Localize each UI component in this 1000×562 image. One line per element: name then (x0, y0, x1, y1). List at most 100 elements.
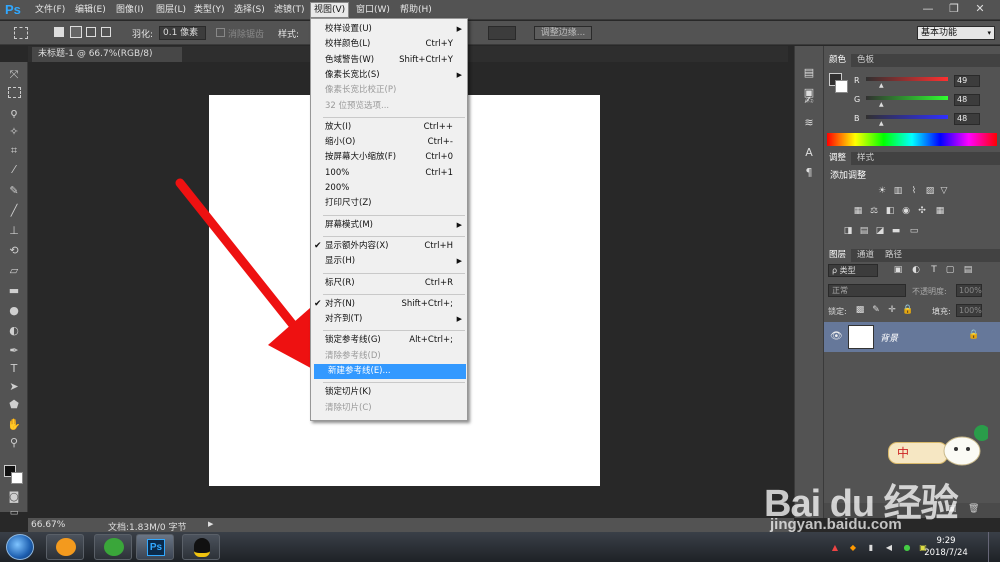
taskbar-clock[interactable]: 9:29 2018/7/24 (920, 535, 972, 559)
new-selection-icon[interactable] (54, 27, 64, 37)
history-panel-icon[interactable]: ▤ (801, 66, 817, 80)
layer-row-background[interactable]: 👁 背景 🔒 (824, 322, 1000, 352)
filter-smart-icon[interactable]: ▤ (962, 265, 974, 276)
start-button[interactable] (6, 534, 34, 560)
threshold-icon[interactable]: ◪ (874, 226, 886, 237)
refine-edge-button[interactable]: 调整边缘... (534, 26, 592, 40)
document-tab[interactable]: 未标题-1 @ 66.7%(RGB/8) (32, 47, 182, 62)
new-layer-icon[interactable]: ▣ (948, 504, 957, 514)
fill-input[interactable]: 100% (956, 304, 982, 317)
levels-icon[interactable]: ▥ (892, 186, 904, 197)
hue-saturation-icon[interactable]: ▦ (852, 206, 864, 217)
tray-security-icon[interactable]: ▲ (830, 543, 840, 553)
background-color-swatch[interactable] (835, 80, 848, 93)
view-menu-item[interactable]: 色域警告(W) Shift+Ctrl+Y (311, 53, 467, 68)
view-menu-item[interactable]: 放大(I) Ctrl++ (311, 120, 467, 135)
ime-toolbar[interactable]: 中 (888, 442, 948, 464)
zoom-tool-icon[interactable]: ⚲ (6, 436, 22, 450)
hand-tool-icon[interactable]: ✋ (6, 418, 22, 432)
shape-tool-icon[interactable]: ⬟ (6, 398, 22, 412)
view-menu-item[interactable]: 缩小(O) Ctrl+- (311, 135, 467, 150)
character-panel-icon[interactable]: A (801, 146, 817, 160)
posterize-icon[interactable]: ▤ (858, 226, 870, 237)
view-menu-item[interactable]: 屏幕模式(M) ▶ (311, 218, 467, 233)
color-lookup-icon[interactable]: ▦ (934, 206, 946, 217)
show-desktop-button[interactable] (988, 532, 1000, 562)
tab-layers[interactable]: 图层 (824, 249, 852, 262)
pen-tool-icon[interactable]: ✒ (6, 344, 22, 358)
trash-icon[interactable]: 🗑 (968, 504, 979, 514)
tab-paths[interactable]: 路径 (880, 249, 907, 262)
add-selection-icon[interactable] (70, 26, 82, 38)
lock-all-icon[interactable]: 🔒 (902, 305, 914, 316)
restore-button[interactable]: ❐ (942, 1, 966, 17)
view-menu-item[interactable]: 按屏幕大小缩放(F) Ctrl+0 (311, 150, 467, 165)
filter-type-icon[interactable]: T (928, 265, 940, 276)
slider-handle[interactable]: ▲ (879, 101, 884, 108)
quick-mask-icon[interactable]: ◙ (6, 490, 22, 504)
tab-color[interactable]: 颜色 (824, 54, 852, 67)
menu-layer[interactable]: 图层(L) (153, 3, 189, 17)
gradient-map-icon[interactable]: ▬ (890, 226, 902, 237)
channel-g-slider[interactable] (866, 96, 948, 100)
menu-select[interactable]: 选择(S) (231, 3, 268, 17)
menu-help[interactable]: 帮助(H) (397, 3, 435, 17)
minimize-button[interactable]: — (916, 1, 940, 17)
channel-r-slider[interactable] (866, 77, 948, 81)
view-menu-item[interactable]: 100% Ctrl+1 (311, 166, 467, 181)
play-icon[interactable]: ▶ (208, 520, 213, 528)
view-menu-item[interactable]: 像素长宽比(S) ▶ (311, 68, 467, 83)
layer-filter-select[interactable]: ρ 类型 (828, 264, 878, 277)
view-menu-item[interactable]: 200% (311, 181, 467, 196)
eye-visibility-icon[interactable]: 👁 (830, 331, 843, 342)
taskbar-photoshop[interactable]: Ps (136, 534, 174, 560)
menu-filter[interactable]: 滤镜(T) (271, 3, 308, 17)
screen-mode-icon[interactable]: ▭ (6, 506, 22, 520)
filter-pixel-icon[interactable]: ▣ (892, 265, 904, 276)
photo-filter-icon[interactable]: ◉ (900, 206, 912, 217)
layer-name[interactable]: 背景 (880, 331, 898, 344)
curves-icon[interactable]: ⌇ (908, 186, 920, 197)
adjustment-panel-icon[interactable]: ≋ (801, 116, 817, 130)
view-menu-item[interactable]: ✔ 显示额外内容(X) Ctrl+H (311, 239, 467, 254)
filter-adjustment-icon[interactable]: ◐ (910, 265, 922, 276)
vibrance-icon[interactable]: ▽ (938, 186, 950, 197)
tray-app-icon[interactable]: ● (902, 543, 912, 553)
invert-icon[interactable]: ◨ (842, 226, 854, 237)
background-color-swatch[interactable] (11, 472, 23, 484)
move-tool-icon[interactable]: ⤧ (6, 68, 22, 82)
taskbar-uc-browser[interactable] (46, 534, 84, 560)
antialias-checkbox[interactable] (216, 28, 225, 37)
tab-channels[interactable]: 通道 (852, 249, 879, 262)
view-menu-item[interactable]: 校样设置(U) ▶ (311, 22, 467, 37)
color-balance-icon[interactable]: ⚖ (868, 206, 880, 217)
view-menu-item[interactable]: 标尺(R) Ctrl+R (311, 276, 467, 291)
subtract-selection-icon[interactable] (86, 27, 96, 37)
lasso-tool-icon[interactable]: ϙ (6, 106, 22, 120)
marquee-tool-icon[interactable] (8, 87, 21, 98)
tab-swatches[interactable]: 色板 (852, 54, 879, 67)
brush-tool-icon[interactable]: ╱ (6, 204, 22, 218)
lock-pixels-icon[interactable]: ▩ (854, 305, 866, 316)
view-menu-item[interactable]: ✔ 对齐(N) Shift+Ctrl+; (311, 297, 467, 312)
view-menu-item[interactable]: 对齐到(T) ▶ (311, 312, 467, 327)
height-input[interactable] (488, 26, 516, 40)
tab-styles[interactable]: 样式 (852, 152, 879, 165)
healing-brush-icon[interactable]: ✎ (6, 184, 22, 198)
type-tool-icon[interactable]: T (6, 362, 22, 376)
intersect-selection-icon[interactable] (101, 27, 111, 37)
channel-b-slider[interactable] (866, 115, 948, 119)
clone-stamp-icon[interactable]: ⊥ (6, 224, 22, 238)
tray-shield-icon[interactable]: ◆ (848, 543, 858, 553)
menu-image[interactable]: 图像(I) (113, 3, 147, 17)
workspace-select[interactable]: 基本功能 ▾ (917, 26, 995, 40)
dodge-tool-icon[interactable]: ◐ (6, 324, 22, 338)
menu-window[interactable]: 窗口(W) (353, 3, 393, 17)
brightness-icon[interactable]: ☀ (876, 186, 888, 197)
menu-view[interactable]: 视图(V) (310, 2, 350, 18)
tray-network-icon[interactable]: ▮ (866, 543, 876, 553)
paragraph-panel-icon[interactable]: ¶ (801, 166, 817, 180)
blur-tool-icon[interactable]: ● (6, 304, 22, 318)
opacity-input[interactable]: 100% (956, 284, 982, 297)
color-spectrum-bar[interactable] (827, 133, 997, 146)
